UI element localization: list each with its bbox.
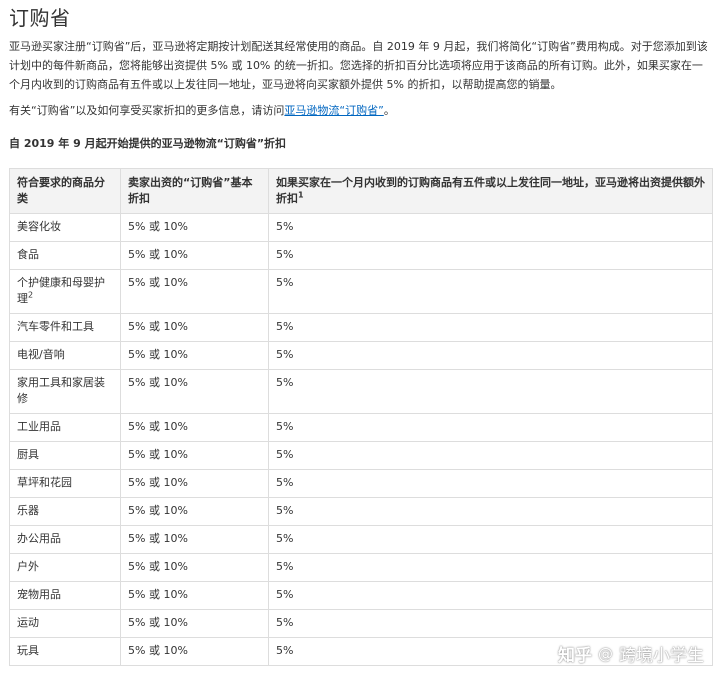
category-cell: 美容化妆 (9, 213, 121, 242)
category-label: 电视/音响 (17, 348, 65, 361)
base-discount-cell: 5% 或 10% (120, 213, 269, 242)
extra-discount-cell: 5% (268, 581, 713, 610)
extra-discount-cell: 5% (268, 213, 713, 242)
table-row: 食品 5% 或 10% 5% (9, 241, 713, 270)
extra-discount-cell: 5% (268, 269, 713, 314)
header-extra-discount: 如果买家在一个月内收到的订购商品有五件或以上发往同一地址，亚马逊将出资提供额外折… (268, 168, 713, 214)
header-extra-discount-text: 如果买家在一个月内收到的订购商品有五件或以上发往同一地址，亚马逊将出资提供额外折… (276, 176, 705, 205)
extra-discount-cell: 5% (268, 313, 713, 342)
extra-discount-cell: 5% (268, 553, 713, 582)
category-cell: 运动 (9, 609, 121, 638)
table-row: 办公用品 5% 或 10% 5% (9, 525, 713, 554)
base-discount-cell: 5% 或 10% (120, 553, 269, 582)
table-row: 个护健康和母婴护理2 5% 或 10% 5% (9, 269, 713, 314)
footnote-marker: 1 (298, 190, 304, 200)
base-discount-cell: 5% 或 10% (120, 313, 269, 342)
category-cell: 工业用品 (9, 413, 121, 442)
category-cell: 玩具 (9, 637, 121, 666)
extra-discount-cell: 5% (268, 369, 713, 414)
section-heading: 自 2019 年 9 月起开始提供的亚马逊物流“订购省”折扣 (9, 137, 287, 150)
category-label: 汽车零件和工具 (17, 320, 94, 333)
table-row: 电视/音响 5% 或 10% 5% (9, 341, 713, 370)
extra-discount-cell: 5% (268, 469, 713, 498)
base-discount-cell: 5% 或 10% (120, 369, 269, 414)
category-cell: 乐器 (9, 497, 121, 526)
table-header-row: 符合要求的商品分类 卖家出资的“订购省”基本折扣 如果买家在一个月内收到的订购商… (9, 168, 713, 214)
table-row: 美容化妆 5% 或 10% 5% (9, 213, 713, 242)
footnote-marker: 2 (28, 290, 34, 300)
base-discount-cell: 5% 或 10% (120, 469, 269, 498)
extra-discount-cell: 5% (268, 241, 713, 270)
category-label: 乐器 (17, 504, 39, 517)
category-label: 办公用品 (17, 532, 61, 545)
category-label: 工业用品 (17, 420, 61, 433)
category-label: 家用工具和家居装修 (17, 376, 105, 405)
category-cell: 电视/音响 (9, 341, 121, 370)
extra-discount-cell: 5% (268, 413, 713, 442)
watermark-author: 跨境小学生 (619, 646, 704, 666)
table-row: 厨具 5% 或 10% 5% (9, 441, 713, 470)
table-row: 运动 5% 或 10% 5% (9, 609, 713, 638)
base-discount-cell: 5% 或 10% (120, 269, 269, 314)
extra-discount-cell: 5% (268, 609, 713, 638)
table-row: 乐器 5% 或 10% 5% (9, 497, 713, 526)
category-label: 玩具 (17, 644, 39, 657)
category-label: 厨具 (17, 448, 39, 461)
header-category: 符合要求的商品分类 (9, 168, 121, 214)
category-label: 运动 (17, 616, 39, 629)
more-info-paragraph: 有关“订购省”以及如何享受买家折扣的更多信息，请访问亚马逊物流“订购省”。 (9, 101, 709, 120)
category-cell: 个护健康和母婴护理2 (9, 269, 121, 314)
category-label: 宠物用品 (17, 588, 61, 601)
extra-discount-cell: 5% (268, 441, 713, 470)
base-discount-cell: 5% 或 10% (120, 525, 269, 554)
table-row: 户外 5% 或 10% 5% (9, 553, 713, 582)
more-info-suffix: 。 (383, 104, 395, 117)
extra-discount-cell: 5% (268, 341, 713, 370)
base-discount-cell: 5% 或 10% (120, 413, 269, 442)
category-cell: 办公用品 (9, 525, 121, 554)
header-base-discount: 卖家出资的“订购省”基本折扣 (120, 168, 269, 214)
table-row: 汽车零件和工具 5% 或 10% 5% (9, 313, 713, 342)
more-info-text: 有关“订购省”以及如何享受买家折扣的更多信息，请访问 (9, 104, 285, 117)
table-row: 宠物用品 5% 或 10% 5% (9, 581, 713, 610)
category-label: 美容化妆 (17, 220, 61, 233)
table-row: 草坪和花园 5% 或 10% 5% (9, 469, 713, 498)
base-discount-cell: 5% 或 10% (120, 609, 269, 638)
category-cell: 户外 (9, 553, 121, 582)
base-discount-cell: 5% 或 10% (120, 341, 269, 370)
category-cell: 草坪和花园 (9, 469, 121, 498)
table-row: 家用工具和家居装修 5% 或 10% 5% (9, 369, 713, 414)
category-cell: 宠物用品 (9, 581, 121, 610)
category-label: 草坪和花园 (17, 476, 72, 489)
zhihu-logo: 知乎 (558, 646, 592, 666)
base-discount-cell: 5% 或 10% (120, 637, 269, 666)
category-cell: 汽车零件和工具 (9, 313, 121, 342)
base-discount-cell: 5% 或 10% (120, 581, 269, 610)
table-row: 工业用品 5% 或 10% 5% (9, 413, 713, 442)
base-discount-cell: 5% 或 10% (120, 241, 269, 270)
intro-paragraph: 亚马逊买家注册“订购省”后，亚马逊将定期按计划配送其经常使用的商品。自 2019… (9, 40, 708, 91)
zhihu-watermark: 知乎 @ 跨境小学生 (558, 641, 704, 667)
base-discount-cell: 5% 或 10% (120, 497, 269, 526)
base-discount-cell: 5% 或 10% (120, 441, 269, 470)
subscribe-save-link[interactable]: 亚马逊物流“订购省” (284, 104, 383, 117)
extra-discount-cell: 5% (268, 525, 713, 554)
category-cell: 食品 (9, 241, 121, 270)
extra-discount-cell: 5% (268, 497, 713, 526)
category-label: 食品 (17, 248, 39, 261)
category-cell: 家用工具和家居装修 (9, 369, 121, 414)
category-label: 户外 (17, 560, 39, 573)
discount-table: 符合要求的商品分类 卖家出资的“订购省”基本折扣 如果买家在一个月内收到的订购商… (9, 168, 713, 666)
at-symbol: @ (598, 644, 613, 663)
page-title: 订购省 (9, 6, 71, 30)
category-cell: 厨具 (9, 441, 121, 470)
